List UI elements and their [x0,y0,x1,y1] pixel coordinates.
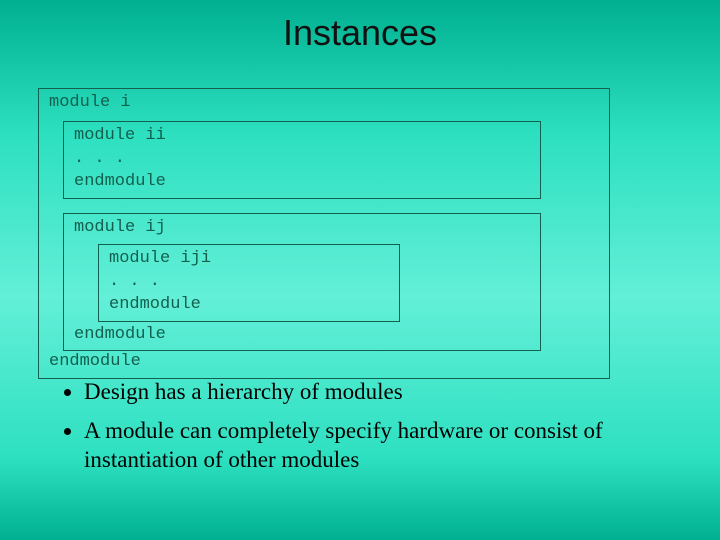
module-ii-body: . . . [74,148,530,171]
module-iji-open: module iji [109,248,389,271]
module-iji-body: . . . [109,271,389,294]
slide-title: Instances [0,0,720,54]
module-i-open: module i [49,92,599,115]
module-ii-close: endmodule [74,171,530,194]
module-ii-open: module ii [74,125,530,148]
module-iji-close: endmodule [109,294,389,317]
module-ij-open: module ij [74,217,530,240]
module-ij-box: module ij module iji . . . endmodule end… [63,213,541,352]
module-iji-box: module iji . . . endmodule [98,244,400,322]
bullet-2: A module can completely specify hardware… [84,417,680,475]
bullet-1: Design has a hierarchy of modules [84,378,680,407]
module-i-box: module i module ii . . . endmodule modul… [38,88,610,379]
slide: Instances module i module ii . . . endmo… [0,0,720,540]
module-ii-box: module ii . . . endmodule [63,121,541,199]
module-ij-close: endmodule [74,324,530,347]
module-diagram: module i module ii . . . endmodule modul… [38,82,610,379]
module-i-close: endmodule [49,351,599,374]
bullet-list: Design has a hierarchy of modules A modu… [58,378,680,484]
